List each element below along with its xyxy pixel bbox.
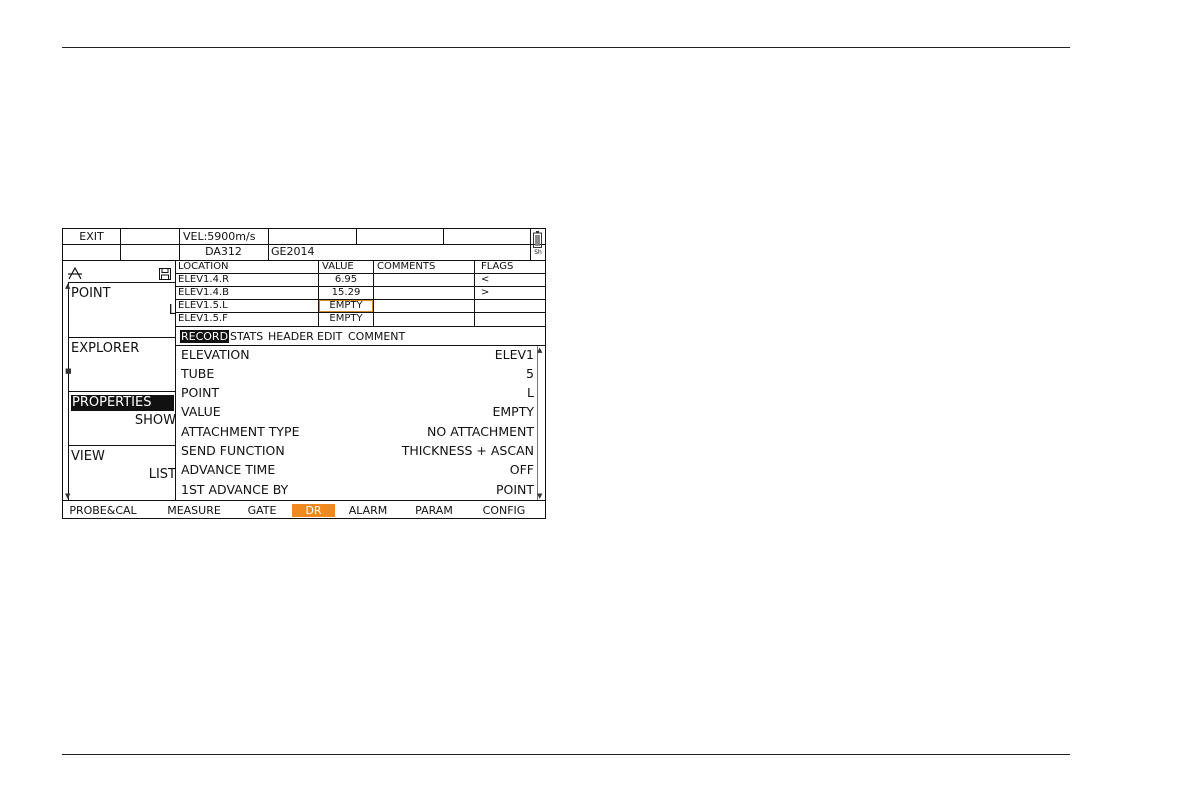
table-col-divider xyxy=(373,260,374,326)
table-row-location[interactable]: ELEV1.4.B xyxy=(178,287,316,299)
explorer-selector[interactable]: EXPLORER xyxy=(68,338,176,391)
table-row-value[interactable]: 15.29 xyxy=(319,287,373,299)
view-title: VIEW xyxy=(71,449,105,464)
tab-stats[interactable]: STATS xyxy=(230,330,263,343)
properties-scrollbar[interactable] xyxy=(537,346,538,500)
device-screen: EXIT VEL:5900m/s DA312 GE2014 Sh ▲ ■ ▼ P… xyxy=(62,228,546,519)
property-row-tube[interactable]: TUBE 5 xyxy=(180,365,534,384)
page-rule-bottom xyxy=(62,754,1070,755)
tab-edit[interactable]: EDIT xyxy=(317,330,342,343)
column-header-value[interactable]: VALUE xyxy=(322,261,372,273)
property-value: NO ATTACHMENT xyxy=(427,424,534,439)
table-row-location[interactable]: ELEV1.4.R xyxy=(178,274,316,286)
velocity-readout: VEL:5900m/s xyxy=(183,230,256,243)
table-row-value[interactable]: EMPTY xyxy=(319,300,373,312)
menu-measure[interactable]: MEASURE xyxy=(159,504,229,517)
table-row-value[interactable]: 6.95 xyxy=(319,274,373,286)
property-row-send-function[interactable]: SEND FUNCTION THICKNESS + ASCAN xyxy=(180,442,534,461)
tab-record[interactable]: RECORD xyxy=(180,330,230,343)
column-header-comments[interactable]: COMMENTS xyxy=(377,261,472,273)
table-col-divider xyxy=(474,260,475,326)
property-value: 5 xyxy=(526,366,534,381)
header-col-divider xyxy=(356,229,357,244)
menu-gate[interactable]: GATE xyxy=(239,504,285,517)
a-gate-icon[interactable] xyxy=(68,265,82,280)
property-label: 1ST ADVANCE BY xyxy=(181,482,289,497)
property-label: POINT xyxy=(181,385,220,400)
properties-value: SHOW xyxy=(134,413,176,428)
properties-title: PROPERTIES xyxy=(71,395,174,411)
property-row-point[interactable]: POINT L xyxy=(180,384,534,403)
scroll-down-icon[interactable]: ▼ xyxy=(537,493,542,500)
property-label: TUBE xyxy=(181,366,215,381)
point-value: L xyxy=(168,303,176,318)
view-selector[interactable]: VIEW LIST xyxy=(68,446,176,500)
property-row-attachment-type[interactable]: ATTACHMENT TYPE NO ATTACHMENT xyxy=(180,423,534,442)
property-value: THICKNESS + ASCAN xyxy=(401,443,534,458)
menu-dr[interactable]: DR xyxy=(292,504,335,517)
table-row-location[interactable]: ELEV1.5.L xyxy=(178,300,316,312)
tab-header[interactable]: HEADER xyxy=(268,330,314,343)
property-row-first-advance-by[interactable]: 1ST ADVANCE BY POINT xyxy=(180,481,534,500)
menu-param[interactable]: PARAM xyxy=(409,504,459,517)
explorer-title: EXPLORER xyxy=(71,341,140,356)
property-label: VALUE xyxy=(181,404,221,419)
property-label: ATTACHMENT TYPE xyxy=(181,424,300,439)
property-value: L xyxy=(527,385,534,400)
battery-icon xyxy=(533,231,542,248)
property-row-advance-time[interactable]: ADVANCE TIME OFF xyxy=(180,461,534,480)
column-header-location[interactable]: LOCATION xyxy=(178,261,316,273)
page-rule-top xyxy=(62,47,1070,48)
table-bottom-border xyxy=(175,326,545,327)
menu-alarm[interactable]: ALARM xyxy=(343,504,393,517)
scroll-up-icon[interactable]: ▲ xyxy=(537,347,542,354)
table-row-flags[interactable]: < xyxy=(481,274,543,286)
file-name-readout: GE2014 xyxy=(271,245,315,258)
menu-config[interactable]: CONFIG xyxy=(476,504,532,517)
property-value: OFF xyxy=(509,462,534,477)
point-selector[interactable]: POINT L xyxy=(68,283,176,337)
probe-readout: DA312 xyxy=(205,245,242,258)
header-col-divider xyxy=(268,229,269,260)
property-value: ELEV1 xyxy=(494,347,534,362)
tab-comment[interactable]: COMMENT xyxy=(348,330,405,343)
table-row-location[interactable]: ELEV1.5.F xyxy=(178,313,316,325)
property-row-value[interactable]: VALUE EMPTY xyxy=(180,403,534,422)
header-col-divider xyxy=(120,229,121,260)
column-header-flags[interactable]: FLAGS xyxy=(481,261,543,273)
sh-indicator: Sh xyxy=(534,249,542,256)
menu-probe-cal[interactable]: PROBE&CAL xyxy=(67,504,139,517)
properties-selector[interactable]: PROPERTIES SHOW xyxy=(68,392,176,445)
property-label: ADVANCE TIME xyxy=(181,462,276,477)
floppy-disk-icon[interactable] xyxy=(159,265,171,280)
point-title: POINT xyxy=(71,286,111,301)
property-value: POINT xyxy=(495,482,534,497)
view-value: LIST xyxy=(148,467,176,482)
header-col-divider xyxy=(443,229,444,244)
exit-button[interactable]: EXIT xyxy=(63,230,120,244)
property-label: SEND FUNCTION xyxy=(181,443,285,458)
property-value: EMPTY xyxy=(492,404,535,419)
property-row-elevation[interactable]: ELEVATION ELEV1 xyxy=(180,346,534,365)
table-row-flags[interactable]: > xyxy=(481,287,543,299)
menu-top-border xyxy=(63,500,545,501)
table-row-value[interactable]: EMPTY xyxy=(319,313,373,325)
property-label: ELEVATION xyxy=(181,347,250,362)
